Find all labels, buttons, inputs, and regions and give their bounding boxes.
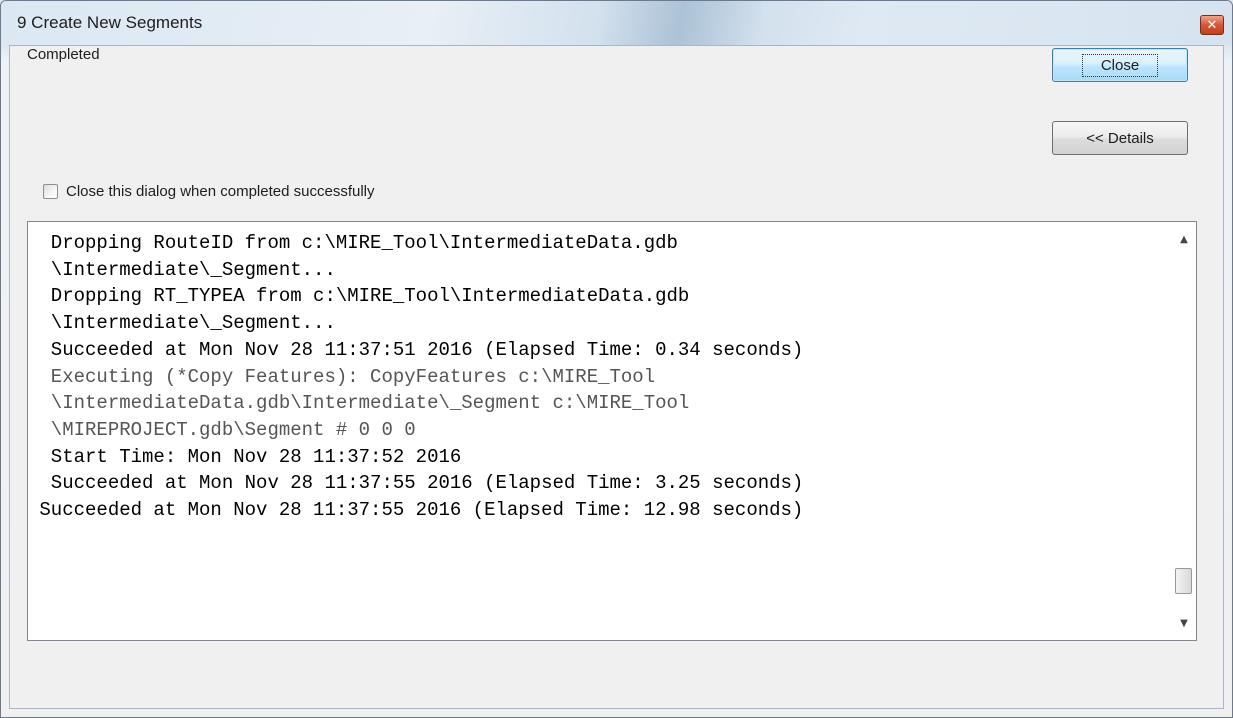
window-title: 9 Create New Segments	[17, 13, 203, 32]
close-when-complete-option[interactable]: Close this dialog when completed success…	[43, 183, 375, 200]
log-line: Succeeded at Mon Nov 28 11:37:51 2016 (E…	[28, 338, 804, 361]
log-line: \MIREPROJECT.gdb\Segment # 0 0 0	[28, 418, 416, 441]
details-toggle-button[interactable]: << Details	[1052, 121, 1188, 155]
dialog-window: 9 Create New Segments ✕ Completed Close …	[0, 0, 1233, 718]
log-line: Succeeded at Mon Nov 28 11:37:55 2016 (E…	[28, 472, 804, 495]
close-when-complete-checkbox[interactable]	[43, 184, 58, 199]
log-line: Succeeded at Mon Nov 28 11:37:55 2016 (E…	[28, 499, 804, 522]
title-bar-highlight	[601, 1, 761, 45]
scrollbar-thumb[interactable]	[1175, 568, 1192, 594]
scroll-down-arrow-icon[interactable]: ▼	[1172, 612, 1196, 634]
log-line: \IntermediateData.gdb\Intermediate\_Segm…	[28, 392, 690, 415]
close-button[interactable]: Close	[1052, 48, 1188, 82]
log-line: \Intermediate\_Segment...	[28, 258, 336, 281]
message-log[interactable]: Dropping RouteID from c:\MIRE_Tool\Inter…	[27, 221, 1197, 641]
window-close-icon[interactable]: ✕	[1200, 15, 1224, 35]
scroll-up-arrow-icon[interactable]: ▲	[1172, 228, 1196, 250]
log-line: Dropping RT_TYPEA from c:\MIRE_Tool\Inte…	[28, 285, 690, 308]
log-line: Executing (*Copy Features): CopyFeatures…	[28, 365, 656, 388]
log-line: \Intermediate\_Segment...	[28, 312, 336, 335]
log-vertical-scrollbar[interactable]: ▲ ▼	[1172, 222, 1196, 640]
message-log-lines: Dropping RouteID from c:\MIRE_Tool\Inter…	[28, 230, 1170, 524]
close-when-complete-label: Close this dialog when completed success…	[66, 183, 375, 200]
title-bar[interactable]: 9 Create New Segments ✕	[1, 1, 1232, 45]
close-button-label: Close	[1081, 53, 1159, 77]
log-line: Dropping RouteID from c:\MIRE_Tool\Inter…	[28, 232, 678, 254]
log-line: Start Time: Mon Nov 28 11:37:52 2016	[28, 445, 462, 468]
status-text: Completed	[27, 46, 100, 63]
